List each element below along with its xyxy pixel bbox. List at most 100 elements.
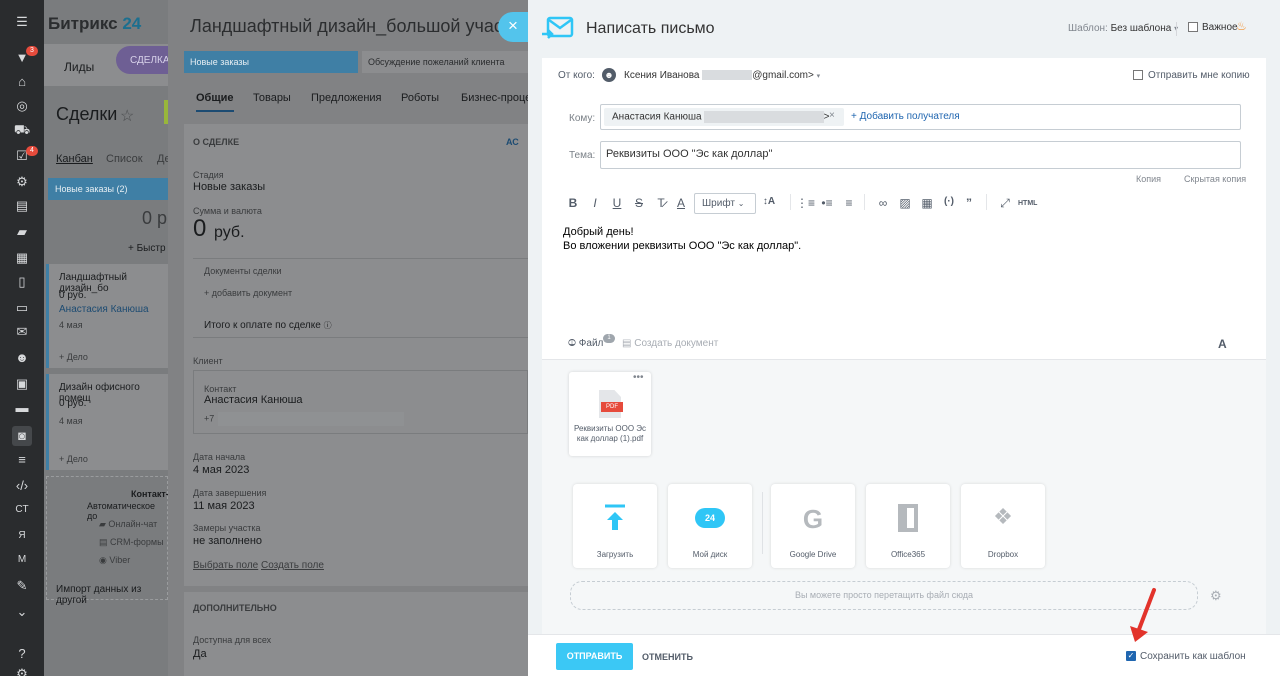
import-link[interactable]: Импорт данных из другой xyxy=(56,584,168,606)
tab-deals[interactable]: СДЕЛКА xyxy=(116,46,170,74)
subject-input[interactable]: Реквизиты ООО "Эс как доллар" xyxy=(600,141,1241,169)
feed-icon[interactable]: ▤ xyxy=(12,196,32,216)
upload-source-office[interactable]: Office365 xyxy=(866,484,950,568)
from-sender[interactable]: Ксения Иванова @gmail.com> ▾ xyxy=(624,70,820,81)
quick-add[interactable]: + Быстр xyxy=(128,243,166,254)
recipient-chip[interactable]: Анастасия Канюша > xyxy=(604,108,844,126)
deal-card-contact[interactable]: Анастасия Канюша xyxy=(59,304,149,315)
link-icon[interactable]: ∞ xyxy=(874,196,892,210)
bullet-list-icon[interactable]: •≡ xyxy=(818,196,836,210)
deal-card-task[interactable]: + Дело xyxy=(59,454,88,464)
deal-card[interactable]: Ландшафтный дизайн_бо 0 руб. Анастасия К… xyxy=(46,264,168,368)
star-icon[interactable]: ☆ xyxy=(120,106,134,126)
send-copy-checkbox[interactable] xyxy=(1133,70,1143,80)
tab-offers[interactable]: Предложения xyxy=(311,92,382,104)
align-icon[interactable]: ≡ xyxy=(840,196,858,210)
contact-name[interactable]: Анастасия Канюша xyxy=(204,394,303,406)
upload-source-dropbox[interactable]: ❖ Dropbox xyxy=(961,484,1045,568)
underline-icon[interactable]: U xyxy=(608,196,626,210)
code-icon[interactable]: ‹/› xyxy=(12,476,32,496)
html-button[interactable]: HTML xyxy=(1018,200,1037,207)
contact-center-item[interactable]: ▤ CRM-формы xyxy=(99,537,164,548)
bcc-link[interactable]: Скрытая копия xyxy=(1184,174,1246,184)
upload-source-upload[interactable]: Загрузить xyxy=(573,484,657,568)
table-icon[interactable]: ▦ xyxy=(918,196,936,210)
add-recipient-link[interactable]: + Добавить получателя xyxy=(851,111,960,122)
sites-icon[interactable]: ▬ xyxy=(12,398,32,418)
remove-recipient-icon[interactable]: × xyxy=(829,110,835,121)
font-select[interactable]: Шрифт ⌄ xyxy=(694,193,756,214)
text-color-icon[interactable]: A xyxy=(672,196,690,210)
cart-icon[interactable]: ⛟ xyxy=(12,120,32,140)
tab-create-doc[interactable]: ▤ Создать документ xyxy=(622,338,718,349)
fullscreen-icon[interactable]: ⤢ xyxy=(996,196,1014,211)
contact-center-block: Контакт- Автоматическое до ▰ Онлайн-чат … xyxy=(46,476,169,600)
save-template-checkbox[interactable]: ✓ xyxy=(1126,651,1136,661)
more-icon[interactable]: ••• xyxy=(633,372,644,383)
text-style-icon[interactable]: A xyxy=(1218,337,1227,351)
to-field[interactable]: Анастасия Канюша > × + Добавить получател… xyxy=(600,104,1241,130)
view-kanban[interactable]: Канбан xyxy=(56,153,93,165)
calendar-icon[interactable]: ▦ xyxy=(12,248,32,268)
database-icon[interactable]: ◙ xyxy=(12,426,32,446)
send-button[interactable]: ОТПРАВИТЬ xyxy=(556,643,633,670)
stage-step-2[interactable]: Обсуждение пожеланий клиента xyxy=(362,51,528,73)
italic-icon[interactable]: I xyxy=(586,196,604,210)
mail-icon[interactable]: ✉ xyxy=(12,322,32,342)
attachment-file[interactable]: ••• PDF Реквизиты ООО Эс как доллар (1).… xyxy=(569,372,651,456)
add-button[interactable]: АС xyxy=(506,137,519,147)
cc-link[interactable]: Копия xyxy=(1136,174,1161,184)
rail-text-item[interactable]: Я xyxy=(12,526,32,546)
target-icon[interactable]: ◎ xyxy=(12,96,32,116)
strike-icon[interactable]: S xyxy=(630,196,648,210)
drive-icon[interactable]: ▭ xyxy=(12,298,32,318)
tab-general[interactable]: Общие xyxy=(196,92,234,112)
menu-icon[interactable]: ☰ xyxy=(12,12,32,32)
contact-phone[interactable]: +7 xyxy=(204,412,405,426)
drop-zone[interactable]: Вы можете просто перетащить файл сюда xyxy=(570,581,1198,610)
select-field-link[interactable]: Выбрать поле xyxy=(193,560,258,571)
office-icon xyxy=(866,504,950,536)
contact-center-item[interactable]: ◉ Viber xyxy=(99,555,130,566)
upload-source-disk[interactable]: 24 Мой диск xyxy=(668,484,752,568)
marketing-icon[interactable]: ≡ xyxy=(12,450,32,470)
deal-card[interactable]: Дизайн офисного помещ 0 руб. 4 мая + Дел… xyxy=(46,374,168,470)
chevron-down-icon[interactable]: ⌄ xyxy=(12,602,32,622)
editor-body[interactable]: Добрый день! Во вложении реквизиты ООО "… xyxy=(542,218,1266,330)
rail-text-item[interactable]: CT xyxy=(12,500,32,520)
contact-center-item[interactable]: ▰ Онлайн-чат xyxy=(99,519,157,530)
code-icon[interactable]: (·) xyxy=(940,196,958,207)
chat-icon[interactable]: ▰ xyxy=(12,222,32,242)
tab-products[interactable]: Товары xyxy=(253,92,291,104)
stage-step-1[interactable]: Новые заказы xyxy=(184,51,358,73)
settings-icon[interactable]: ⚙ xyxy=(12,664,32,676)
bold-icon[interactable]: B xyxy=(564,196,582,210)
tab-leads[interactable]: Лиды xyxy=(64,60,94,74)
close-icon[interactable]: × xyxy=(498,12,528,42)
image-icon[interactable]: ▨ xyxy=(896,196,914,210)
template-selector[interactable]: Шаблон: Без шаблона ▾ xyxy=(1068,23,1178,34)
document-icon[interactable]: ▯ xyxy=(12,272,32,292)
rail-text-item[interactable]: M xyxy=(12,550,32,570)
tab-bp[interactable]: Бизнес-процес xyxy=(461,92,537,104)
edit-icon[interactable]: ✎ xyxy=(12,576,32,596)
deal-card-task[interactable]: + Дело xyxy=(59,352,88,362)
team-icon[interactable]: ☻ xyxy=(12,348,32,368)
add-document-link[interactable]: + добавить документ xyxy=(204,288,292,298)
upload-source-gdrive[interactable]: G Google Drive xyxy=(771,484,855,568)
create-field-link[interactable]: Создать поле xyxy=(261,560,324,571)
gear-icon[interactable]: ⚙ xyxy=(1210,588,1222,604)
tab-files[interactable]: ⦹ Файл xyxy=(568,338,603,349)
home-icon[interactable]: ⌂ xyxy=(12,72,32,92)
gear-icon[interactable]: ⚙ xyxy=(12,172,32,192)
contacts-icon[interactable]: ▣ xyxy=(12,374,32,394)
view-list[interactable]: Список xyxy=(106,153,143,165)
help-icon[interactable]: ? xyxy=(12,644,32,664)
clear-format-icon[interactable]: T̷ xyxy=(652,196,670,210)
tab-robots[interactable]: Роботы xyxy=(401,92,439,104)
ordered-list-icon[interactable]: ⋮≡ xyxy=(796,196,815,210)
font-size-icon[interactable]: ↕A xyxy=(760,196,778,207)
cancel-button[interactable]: ОТМЕНИТЬ xyxy=(642,652,693,662)
important-checkbox[interactable] xyxy=(1188,22,1198,32)
quote-icon[interactable]: ” xyxy=(960,196,978,210)
